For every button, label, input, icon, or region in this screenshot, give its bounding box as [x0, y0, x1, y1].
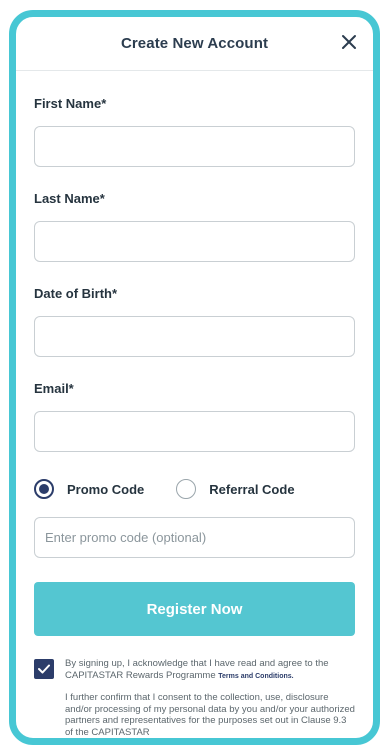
code-type-radio-group: Promo Code Referral Code [34, 478, 355, 500]
date-of-birth-label: Date of Birth* [34, 286, 118, 301]
modal-title: Create New Account [120, 35, 269, 52]
register-now-button[interactable]: Register Now [34, 582, 355, 636]
first-name-label: First Name* [34, 96, 107, 111]
close-button[interactable] [337, 30, 361, 54]
promo-code-radio[interactable]: Promo Code [34, 479, 144, 499]
first-name-field[interactable] [34, 126, 355, 167]
consent-section: By signing up, I acknowledge that I have… [34, 658, 355, 738]
consent-text-block: By signing up, I acknowledge that I have… [65, 658, 355, 738]
signup-form: First Name* Last Name* Date of Birth* Em… [16, 96, 373, 738]
promo-code-radio-label: Promo Code [67, 481, 145, 497]
close-icon [342, 35, 356, 49]
email-field[interactable] [34, 411, 355, 452]
referral-code-radio-label: Referral Code [209, 481, 295, 497]
last-name-label: Last Name* [34, 191, 105, 206]
referral-code-radio[interactable]: Referral Code [176, 479, 295, 499]
email-label: Email* [34, 381, 74, 396]
signup-modal: Create New Account First Name* Last Name… [9, 10, 380, 745]
last-name-field[interactable] [34, 221, 355, 262]
radio-selected-icon [34, 479, 54, 499]
promo-code-input[interactable] [34, 517, 355, 558]
radio-unselected-icon [176, 479, 197, 499]
modal-header: Create New Account [16, 17, 373, 71]
checkmark-icon [38, 664, 50, 674]
date-of-birth-field[interactable] [34, 316, 355, 357]
consent-checkbox[interactable] [34, 659, 54, 679]
consent-text-2: I further confirm that I consent to the … [65, 692, 355, 738]
terms-and-conditions-link[interactable]: Terms and Conditions. [218, 673, 293, 680]
